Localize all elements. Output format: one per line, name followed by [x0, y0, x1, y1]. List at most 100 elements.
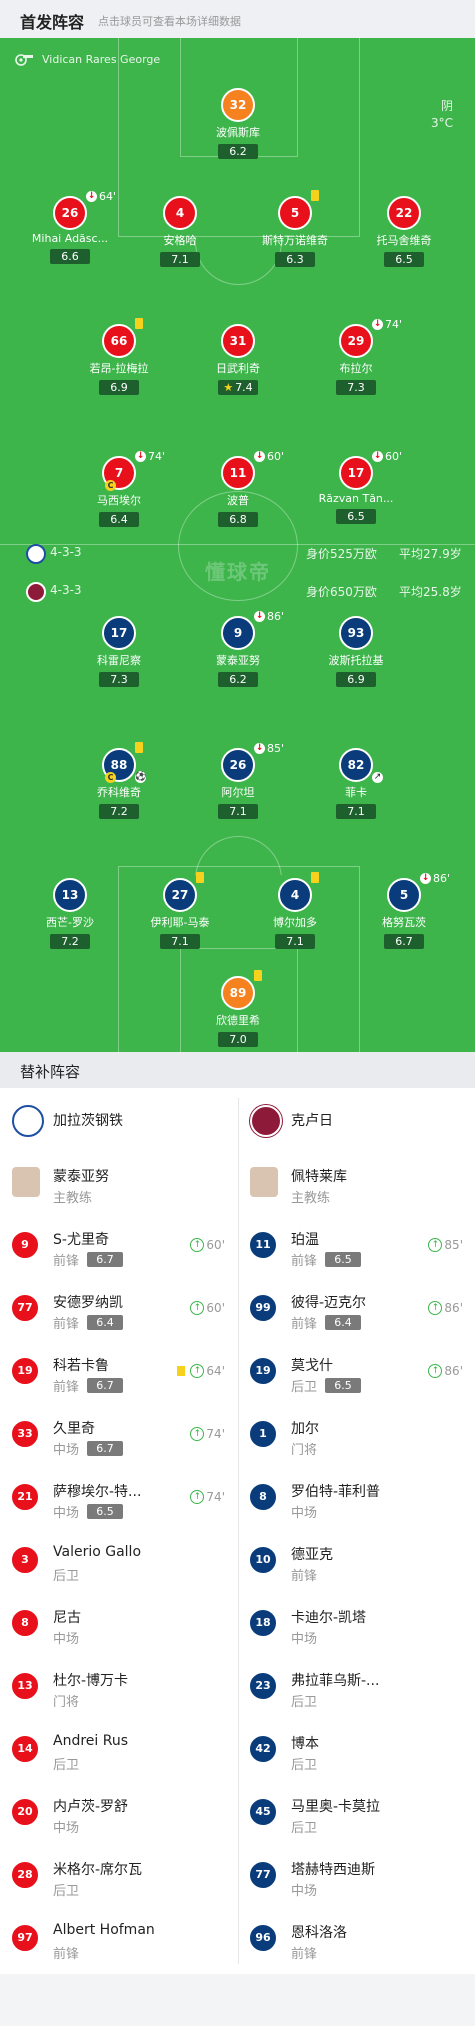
- sub-position-line: 中场: [291, 1628, 317, 1647]
- player-number: 89: [221, 976, 255, 1010]
- sub-player-row[interactable]: 97 Albert Hofman 前锋: [0, 1907, 237, 1970]
- sub-player-row[interactable]: 33 久里奇 中场 6.7 ↑ 74': [0, 1403, 237, 1466]
- coach-row[interactable]: 蒙泰亚努 主教练: [0, 1151, 237, 1214]
- player-away-m1[interactable]: 88 C ⚽ 乔科维奇 7.2: [64, 742, 174, 819]
- sub-player-row[interactable]: 13 杜尔-博万卡 门将: [0, 1655, 237, 1718]
- player-name: 博尔加多: [273, 916, 317, 929]
- sub-number: 97: [11, 1924, 39, 1952]
- sub-player-row[interactable]: 18 卡迪尔-凯塔 中场: [238, 1592, 475, 1655]
- sub-player-row[interactable]: 14 Andrei Rus 后卫: [0, 1718, 237, 1781]
- sub-player-row[interactable]: 9 S-尤里奇 前锋 6.7 ↑ 60': [0, 1214, 237, 1277]
- sub-number: 45: [249, 1798, 277, 1826]
- sub-position-line: 前锋: [53, 1943, 79, 1962]
- sub-player-row[interactable]: 42 博本 后卫: [238, 1718, 475, 1781]
- player-home-f3[interactable]: 17 ↓ 60' Răzvan Tăn... 6.5: [301, 450, 411, 524]
- player-name: 乔科维奇: [97, 786, 141, 799]
- sub-on-time: ↑ 60': [190, 1238, 225, 1252]
- sub-player-row[interactable]: 8 罗伯特-菲利普 中场: [238, 1466, 475, 1529]
- sub-event: ↓ 60': [254, 450, 284, 463]
- player-name: 伊利耶-马泰: [150, 916, 210, 929]
- player-away-m3[interactable]: 82 ↗ 菲卡 7.1: [301, 748, 411, 819]
- sub-player-row[interactable]: 19 莫戈什 后卫 6.5 ↑ 86': [238, 1340, 475, 1403]
- player-home-d1[interactable]: 26 ↓ 64' Mihai Adăsc... 6.6: [15, 190, 125, 264]
- sub-name: 马里奥-卡莫拉: [291, 1799, 381, 1815]
- player-away-m2[interactable]: 26 ↓ 85' 阿尔坦 7.1: [183, 742, 293, 819]
- sub-player-row[interactable]: 3 Valerio Gallo 后卫: [0, 1529, 237, 1592]
- player-home-m2[interactable]: 31 日武利奇 ★ 7.4: [183, 324, 293, 395]
- player-away-d1[interactable]: 13 西芒-罗沙 7.2: [15, 878, 125, 949]
- sub-time: 74': [206, 1427, 225, 1441]
- sub-name: 德亚克: [291, 1547, 333, 1563]
- sub-player-row[interactable]: 8 尼古 中场: [0, 1592, 237, 1655]
- sub-position: 中场: [53, 1821, 80, 1836]
- home-formation: 4-3-3: [50, 545, 82, 559]
- sub-time: 85': [444, 1238, 463, 1252]
- subs-title: 替补阵容: [20, 1063, 81, 1081]
- player-name: 若昂-拉梅拉: [89, 362, 149, 375]
- player-rating: 6.7: [384, 934, 424, 949]
- sub-rating: 6.4: [325, 1315, 362, 1330]
- sub-position-line: 前锋 6.4: [53, 1313, 124, 1332]
- sub-name: 佩特莱库: [291, 1169, 347, 1185]
- sub-player-row[interactable]: 19 科若卡鲁 前锋 6.7 ↑ 64': [0, 1340, 237, 1403]
- player-away-f3[interactable]: 93 波斯托拉基 6.9: [301, 616, 411, 687]
- player-rating: 7.4: [235, 381, 253, 394]
- player-number: 27: [163, 878, 197, 912]
- sub-position-line: 中场: [291, 1880, 317, 1899]
- sub-player-row[interactable]: 96 恩科洛洛 前锋: [238, 1907, 475, 1970]
- player-home-gk[interactable]: 32 波佩斯库 6.2: [183, 88, 293, 159]
- sub-position-line: 后卫: [291, 1691, 317, 1710]
- sub-position-line: 后卫: [53, 1565, 79, 1584]
- sub-position: 中场: [53, 1632, 80, 1647]
- sub-player-row[interactable]: 20 内卢茨-罗舒 中场: [0, 1781, 237, 1844]
- sub-position: 前锋: [53, 1317, 80, 1332]
- player-rating: 6.2: [218, 672, 258, 687]
- sub-player-row[interactable]: 11 珀温 前锋 6.5 ↑ 85': [238, 1214, 475, 1277]
- player-away-d4[interactable]: 5 ↓ 86' 格努瓦茨 6.7: [349, 872, 459, 949]
- sub-player-row[interactable]: 28 米格尔-席尔瓦 后卫: [0, 1844, 237, 1907]
- sub-player-row[interactable]: 45 马里奥-卡莫拉 后卫: [238, 1781, 475, 1844]
- away-team-row: 克卢日: [238, 1088, 475, 1151]
- player-rating: 7.2: [99, 804, 139, 819]
- player-number: 22: [387, 196, 421, 230]
- player-away-d3[interactable]: 4 博尔加多 7.1: [240, 872, 350, 949]
- sub-on-icon: ↑: [428, 1238, 443, 1252]
- player-away-f2[interactable]: 9 ↓ 86' 蒙泰亚努 6.2: [183, 610, 293, 687]
- sub-player-row[interactable]: 1 加尔 门将: [238, 1403, 475, 1466]
- player-away-d2[interactable]: 27 伊利耶-马泰 7.1: [125, 872, 235, 949]
- player-home-m1[interactable]: 66 若昂-拉梅拉 6.9: [64, 318, 174, 395]
- sub-position-line: 后卫: [53, 1754, 79, 1773]
- sub-position: 前锋: [53, 1380, 80, 1395]
- yellow-card-icon: [135, 742, 143, 753]
- player-home-f2[interactable]: 11 ↓ 60' 波普 6.8: [183, 450, 293, 527]
- player-away-gk[interactable]: 89 欣德里希 7.0: [183, 970, 293, 1047]
- sub-event: ↓ 60': [372, 450, 402, 463]
- sub-on-icon: ↑: [190, 1427, 205, 1441]
- player-home-d4[interactable]: 22 托马舍维奇 6.5: [349, 196, 459, 267]
- goal-ball-icon: ⚽: [135, 772, 147, 783]
- sub-position: 前锋: [53, 1947, 80, 1962]
- sub-player-row[interactable]: 10 德亚克 前锋: [238, 1529, 475, 1592]
- whistle-icon: [15, 54, 33, 66]
- sub-player-row[interactable]: 23 弗拉菲乌斯-... 后卫: [238, 1655, 475, 1718]
- home-team-bar: 4-3-3 身价525万欧 平均27.9岁: [0, 543, 475, 564]
- sub-player-row[interactable]: 21 萨穆埃尔-特... 中场 6.5 ↑ 74': [0, 1466, 237, 1529]
- player-name: 西芒-罗沙: [46, 916, 94, 929]
- sub-player-row[interactable]: 77 安德罗纳凯 前锋 6.4 ↑ 60': [0, 1277, 237, 1340]
- sub-number: 96: [249, 1924, 277, 1952]
- player-home-d3[interactable]: 5 斯特万诺维奇 6.3: [240, 190, 350, 267]
- player-home-f1[interactable]: 7 ↓ 74' C 马西埃尔 6.4: [64, 450, 174, 527]
- sub-player-row[interactable]: 99 彼得-迈克尔 前锋 6.4 ↑ 86': [238, 1277, 475, 1340]
- player-away-f1[interactable]: 17 科雷尼察 7.3: [64, 616, 174, 687]
- sub-position-line: 后卫 6.5: [291, 1376, 362, 1395]
- player-rating: 6.6: [50, 249, 90, 264]
- sub-off-icon: ↓: [372, 319, 383, 330]
- sub-number: 20: [11, 1798, 39, 1826]
- player-name: Răzvan Tăn...: [318, 492, 394, 505]
- sub-player-row[interactable]: 77 塔赫特西迪斯 中场: [238, 1844, 475, 1907]
- sub-name: 久里奇: [53, 1421, 95, 1437]
- sub-position: 主教练: [291, 1191, 331, 1206]
- coach-row[interactable]: 佩特莱库 主教练: [238, 1151, 475, 1214]
- player-home-d2[interactable]: 4 安格哈 7.1: [125, 196, 235, 267]
- player-home-m3[interactable]: 29 ↓ 74' 布拉尔 7.3: [301, 318, 411, 395]
